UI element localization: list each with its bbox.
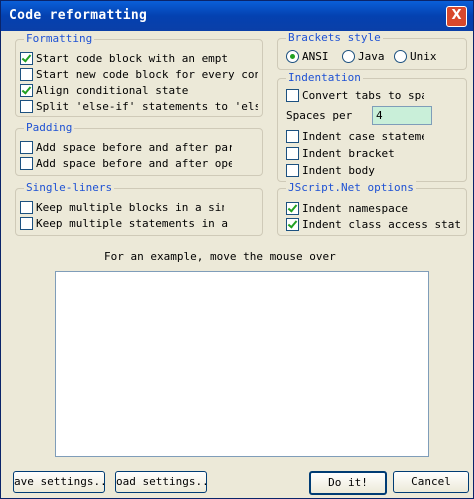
spaces-per-text: Spaces per [286,109,353,122]
option-label: Indent namespace [302,202,408,215]
save-settings-button[interactable]: ave settings... [13,471,105,493]
space-operators-option[interactable]: Add space before and after oper [20,157,232,171]
spaces-per-label: Spaces per [286,109,366,123]
ansi-radio[interactable]: ANSI [286,50,338,64]
radio-icon[interactable] [342,50,355,63]
dialog-window: Code reformatting X Formatting Start cod… [0,0,474,499]
indent-bracket-option[interactable]: Indent bracket [286,147,424,161]
jscript-options-group: JScript.Net options Indent namespace Ind… [277,181,467,236]
checkbox-icon[interactable] [20,84,33,97]
checkbox-icon[interactable] [20,141,33,154]
preview-hint: For an example, move the mouse over [104,250,336,263]
window-title: Code reformatting [9,8,148,23]
jscript-options-legend: JScript.Net options [286,181,416,194]
checkbox-icon[interactable] [286,147,299,160]
checkbox-icon[interactable] [286,164,299,177]
title-bar: Code reformatting X [1,1,473,31]
radio-label: ANSI [302,50,329,63]
formatting-group: Formatting Start code block with an empt… [15,32,263,117]
padding-group: Padding Add space before and after paren… [15,121,263,176]
start-code-block-option[interactable]: Start code block with an empt [20,52,258,66]
option-label: Indent body [302,164,375,177]
option-label: Convert tabs to spac [302,89,424,102]
cancel-button[interactable]: Cancel [393,471,469,493]
spaces-per-value: 4 [376,109,383,122]
option-label: Add space before and after oper [36,157,232,170]
checkbox-icon[interactable] [286,89,299,102]
option-label: Add space before and after parent [36,141,232,154]
option-label: Align conditional state [36,84,189,97]
start-new-code-block-option[interactable]: Start new code block for every conc [20,68,258,82]
single-liners-group: Single-liners Keep multiple blocks in a … [15,181,263,236]
indentation-group: Indentation Convert tabs to spac Spaces … [277,71,467,182]
option-label: Indent class access statem [302,218,460,231]
option-label: Start new code block for every conc [36,68,258,81]
padding-legend: Padding [24,121,75,134]
brackets-style-legend: Brackets style [286,31,383,44]
load-settings-button[interactable]: oad settings... [115,471,207,493]
split-else-if-option[interactable]: Split 'else-if' statements to 'else' [20,100,258,114]
space-parentheses-option[interactable]: Add space before and after parent [20,141,232,155]
option-label: Indent case statemer [302,130,424,143]
option-label: Keep multiple blocks in a sin [36,201,224,214]
option-label: Keep multiple statements in a sin [36,217,232,230]
indent-case-option[interactable]: Indent case statemer [286,130,424,144]
option-label: Indent bracket [302,147,395,160]
indentation-legend: Indentation [286,71,363,84]
option-label: Split 'else-if' statements to 'else' [36,100,258,113]
radio-label: Unix [410,50,437,63]
keep-multiple-statements-option[interactable]: Keep multiple statements in a sin [20,217,232,231]
checkbox-icon[interactable] [286,202,299,215]
brackets-style-group: Brackets style ANSI Java Unix [277,31,467,70]
radio-icon[interactable] [286,50,299,63]
checkbox-icon[interactable] [286,218,299,231]
single-liners-legend: Single-liners [24,181,115,194]
indent-namespace-option[interactable]: Indent namespace [286,202,460,216]
checkbox-icon[interactable] [20,157,33,170]
checkbox-icon[interactable] [20,100,33,113]
checkbox-icon[interactable] [286,130,299,143]
formatting-legend: Formatting [24,32,95,45]
convert-tabs-option[interactable]: Convert tabs to spac [286,89,424,103]
indent-class-access-option[interactable]: Indent class access statem [286,218,460,232]
indent-body-option[interactable]: Indent body [286,164,424,178]
checkbox-icon[interactable] [20,52,33,65]
checkbox-icon[interactable] [20,201,33,214]
spaces-per-input[interactable]: 4 [372,106,432,125]
checkbox-icon[interactable] [20,217,33,230]
option-label: Start code block with an empt [36,52,229,65]
close-icon[interactable]: X [446,6,467,27]
radio-icon[interactable] [394,50,407,63]
radio-label: Java [358,50,385,63]
java-radio[interactable]: Java [342,50,394,64]
unix-radio[interactable]: Unix [394,50,450,64]
preview-area[interactable] [55,271,429,457]
checkbox-icon[interactable] [20,68,33,81]
keep-multiple-blocks-option[interactable]: Keep multiple blocks in a sin [20,201,224,215]
do-it-button[interactable]: Do it! [309,471,387,495]
align-conditional-option[interactable]: Align conditional state [20,84,258,98]
